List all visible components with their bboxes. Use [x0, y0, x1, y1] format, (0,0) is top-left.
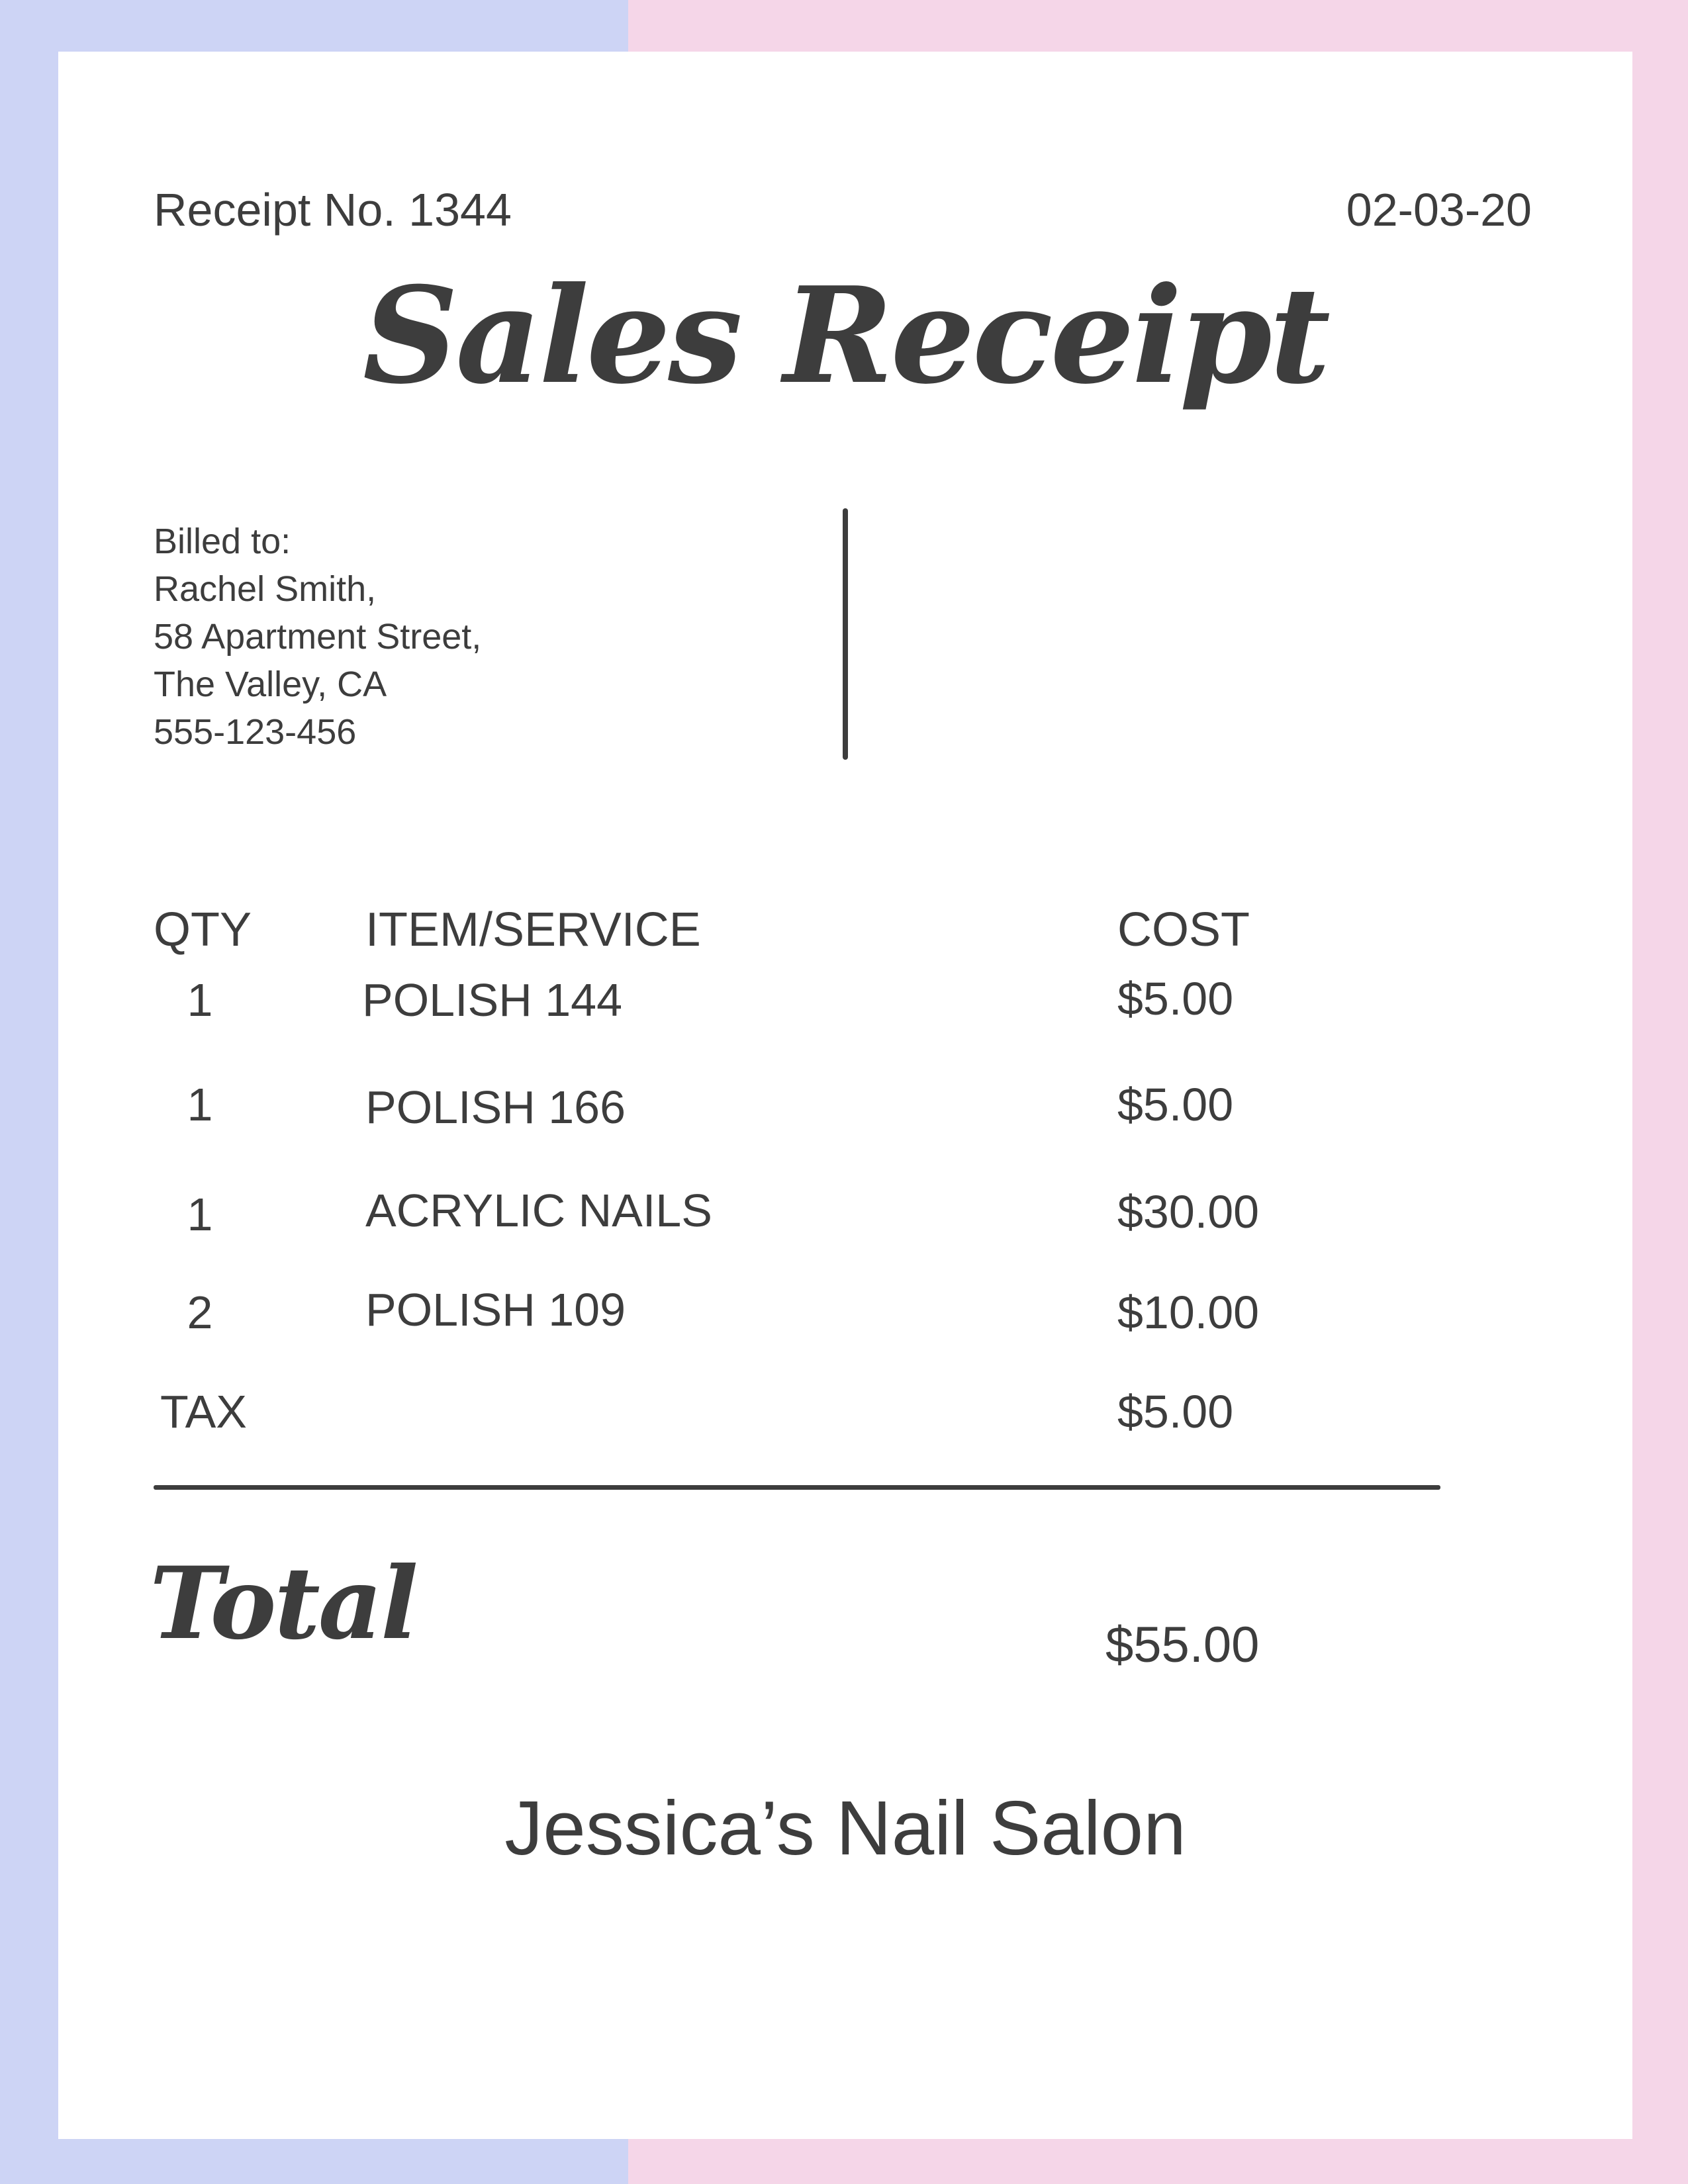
- billed-to-block: Billed to: Rachel Smith, 58 Apartment St…: [154, 518, 481, 756]
- tax-cost: $5.00: [1117, 1386, 1234, 1437]
- receipt-paper: Receipt No. 1344 02-03-20 Sales Receipt …: [58, 52, 1632, 2139]
- tax-label: TAX: [160, 1386, 247, 1437]
- header-item-service: ITEM/SERVICE: [365, 903, 701, 956]
- billed-to-street: 58 Apartment Street,: [154, 617, 482, 657]
- business-name: Jessica’s Nail Salon: [504, 1785, 1186, 1871]
- billed-to-city: The Valley, CA: [154, 664, 387, 704]
- billed-to-label: Billed to:: [154, 522, 291, 561]
- receipt-number: Receipt No. 1344: [154, 184, 512, 236]
- row-1-item: POLISH 144: [362, 974, 622, 1026]
- row-3-item: ACRYLIC NAILS: [365, 1185, 712, 1236]
- total-divider-line: [154, 1485, 1440, 1490]
- row-3-qty: 1: [187, 1189, 213, 1240]
- header-qty: QTY: [154, 903, 252, 956]
- row-4-qty: 2: [187, 1287, 213, 1338]
- row-2-cost: $5.00: [1117, 1079, 1234, 1130]
- row-4-item: POLISH 109: [365, 1284, 626, 1336]
- row-1-cost: $5.00: [1117, 973, 1234, 1024]
- row-2-qty: 1: [187, 1079, 213, 1130]
- row-1-qty: 1: [187, 974, 213, 1026]
- row-2-item: POLISH 166: [365, 1081, 626, 1133]
- row-3-cost: $30.00: [1117, 1186, 1260, 1238]
- header-cost: COST: [1117, 903, 1250, 956]
- receipt-date: 02-03-20: [1346, 184, 1532, 236]
- page-title: Sales Receipt: [362, 258, 1331, 414]
- total-label: Total: [150, 1545, 418, 1662]
- vertical-divider: [843, 508, 848, 760]
- row-4-cost: $10.00: [1117, 1287, 1260, 1338]
- billed-to-phone: 555-123-456: [154, 712, 357, 752]
- billed-to-name: Rachel Smith,: [154, 569, 377, 609]
- total-value: $55.00: [1105, 1617, 1260, 1673]
